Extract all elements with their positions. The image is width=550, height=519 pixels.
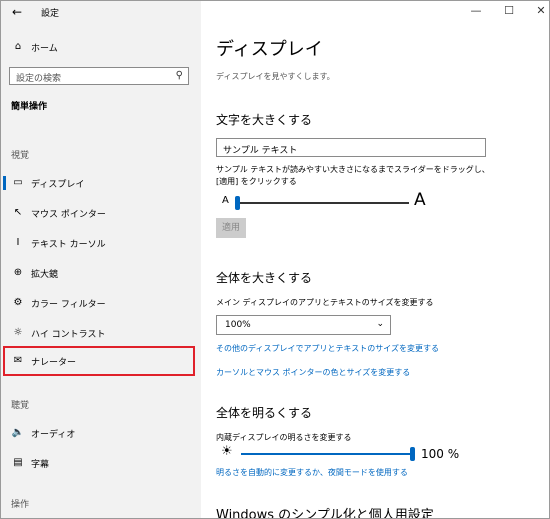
captions-icon: ▤ [13, 457, 23, 468]
sidebar-item-label: ハイ コントラスト [31, 330, 106, 340]
dropdown-value: 100% [225, 320, 251, 330]
category-title: 簡単操作 [11, 102, 48, 112]
text-size-heading: 文字を大きくする [216, 113, 313, 127]
everything-bigger-description: メイン ディスプレイのアプリとテキストのサイズを変更する [216, 298, 434, 307]
page-title: ディスプレイ [216, 39, 323, 60]
audio-icon: 🔈 [11, 427, 25, 438]
sidebar-item-mouse-pointer[interactable]: ↖ マウス ポインター [1, 201, 201, 225]
link-night-light[interactable]: 明るさを自動的に変更するか、夜間モードを使用する [216, 467, 408, 478]
everything-bigger-heading: 全体を大きくする [216, 271, 313, 285]
large-a-label: A [414, 190, 426, 210]
search-input[interactable]: 設定の検索 ⚲ [9, 67, 189, 85]
sidebar-item-home[interactable]: ⌂ ホーム [1, 35, 201, 59]
apply-button[interactable]: 適用 [216, 218, 246, 238]
brightness-heading: 全体を明るくする [216, 406, 313, 420]
back-arrow-icon[interactable]: ← [12, 4, 28, 20]
sidebar-item-label: ディスプレイ [31, 180, 85, 190]
high-contrast-icon: ☼ [13, 327, 23, 338]
section-interaction: 操作 [11, 500, 30, 510]
chevron-down-icon: ⌄ [376, 319, 384, 329]
brightness-slider-thumb[interactable] [410, 447, 415, 461]
minimize-icon[interactable]: — [469, 4, 483, 18]
settings-window: ← 設定 ⌂ ホーム 設定の検索 ⚲ 簡単操作 視覚 ▭ ディスプレイ ↖ マウ… [0, 0, 550, 519]
color-filter-icon: ⚙ [13, 297, 23, 308]
search-icon: ⚲ [175, 70, 183, 81]
close-icon[interactable]: ✕ [534, 4, 548, 18]
scale-dropdown[interactable]: 100% ⌄ [216, 315, 391, 335]
sidebar-item-label: テキスト カーソル [31, 240, 106, 250]
brightness-value: 100 % [421, 447, 460, 461]
maximize-icon[interactable]: ☐ [502, 4, 516, 18]
search-placeholder: 設定の検索 [16, 74, 62, 84]
text-size-description: サンプル テキストが読みやすい大きさになるまでスライダーをドラッグし、[適用] … [216, 165, 490, 186]
sidebar: ← 設定 ⌂ ホーム 設定の検索 ⚲ 簡単操作 視覚 ▭ ディスプレイ ↖ マウ… [1, 1, 201, 518]
sidebar-item-label: マウス ポインター [31, 210, 106, 220]
sidebar-item-label: ホーム [31, 44, 58, 54]
sidebar-item-audio[interactable]: 🔈 オーディオ [1, 421, 201, 445]
mouse-pointer-icon: ↖ [13, 207, 23, 218]
main-content: — ☐ ✕ ディスプレイ ディスプレイを見やすくします。 文字を大きくする サン… [201, 1, 549, 518]
text-size-slider-thumb[interactable] [235, 196, 240, 210]
narrator-highlight-box [3, 346, 195, 376]
sidebar-item-high-contrast[interactable]: ☼ ハイ コントラスト [1, 321, 201, 345]
sidebar-item-captions[interactable]: ▤ 字幕 [1, 451, 201, 475]
brightness-description: 内蔵ディスプレイの明るさを変更する [216, 433, 352, 442]
sidebar-item-display[interactable]: ▭ ディスプレイ [1, 171, 201, 195]
text-size-slider-track[interactable] [237, 202, 409, 204]
sidebar-item-label: 拡大鏡 [31, 270, 59, 280]
sidebar-item-label: 字幕 [31, 460, 50, 470]
magnifier-icon: ⊕ [13, 267, 23, 278]
text-cursor-icon: I [16, 237, 20, 248]
home-icon: ⌂ [14, 41, 22, 52]
sidebar-item-label: カラー フィルター [31, 300, 106, 310]
personalization-heading: Windows のシンプル化と個人用設定 [216, 508, 434, 519]
app-title: 設定 [41, 9, 60, 19]
sidebar-item-text-cursor[interactable]: I テキスト カーソル [1, 231, 201, 255]
brightness-icon: ☀ [221, 444, 233, 459]
section-hearing: 聴覚 [11, 401, 30, 411]
brightness-slider-track[interactable] [241, 453, 411, 455]
sample-text-box: サンプル テキスト [216, 138, 486, 157]
section-vision: 視覚 [11, 151, 30, 161]
link-cursor-pointer[interactable]: カーソルとマウス ポインターの色とサイズを変更する [216, 367, 410, 378]
sidebar-item-color-filter[interactable]: ⚙ カラー フィルター [1, 291, 201, 315]
titlebar-left: ← 設定 [1, 1, 201, 25]
page-subtitle: ディスプレイを見やすくします。 [216, 72, 335, 81]
sidebar-item-magnifier[interactable]: ⊕ 拡大鏡 [1, 261, 201, 285]
small-a-label: A [222, 195, 229, 206]
link-other-displays[interactable]: その他のディスプレイでアプリとテキストのサイズを変更する [216, 343, 439, 354]
display-icon: ▭ [13, 177, 23, 188]
sidebar-item-label: オーディオ [31, 430, 76, 440]
